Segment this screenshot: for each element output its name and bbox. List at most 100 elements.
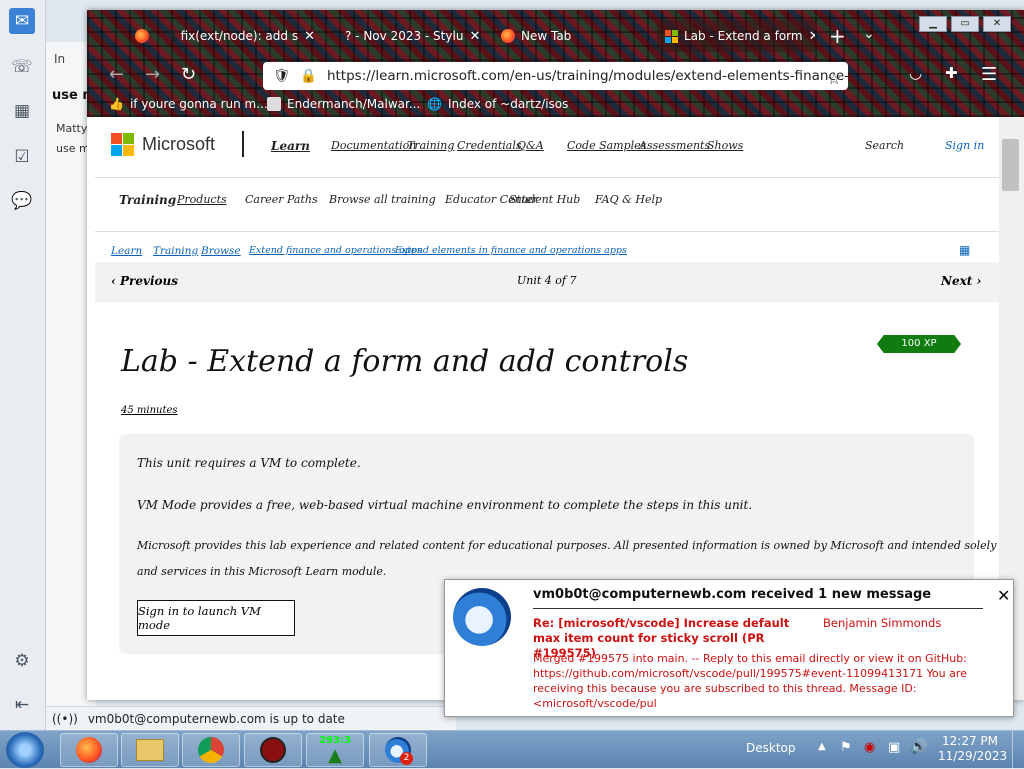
tab-new-tab[interactable]: New Tab bbox=[493, 20, 651, 52]
action-center-icon[interactable]: ⚑ bbox=[840, 740, 852, 755]
taskbar-chrome[interactable] bbox=[182, 733, 240, 767]
next-link[interactable]: Next › bbox=[941, 274, 981, 288]
security-icon[interactable]: ◉ bbox=[864, 740, 875, 755]
taskbar-firefox[interactable] bbox=[60, 733, 118, 767]
note-paragraph: Microsoft provides this lab experience a… bbox=[137, 539, 999, 552]
close-notification-icon[interactable]: ✕ bbox=[997, 586, 1010, 605]
unread-badge: 2 bbox=[400, 752, 413, 765]
new-mail-notification[interactable]: vm0b0t@computernewb.com received 1 new m… bbox=[444, 579, 1014, 717]
tab-peek[interactable]: In bbox=[54, 52, 65, 66]
tasks-icon[interactable]: ☑ bbox=[9, 144, 35, 170]
breadcrumb-learn[interactable]: Learn bbox=[111, 245, 142, 257]
settings-icon[interactable]: ⚙ bbox=[9, 648, 35, 674]
menu-icon[interactable]: ☰ bbox=[981, 64, 997, 85]
nav-learn[interactable]: Learn bbox=[271, 139, 310, 153]
tab-label: Lab - Extend a form bbox=[684, 29, 803, 43]
bookmark-label: Endermanch/Malwar... bbox=[287, 97, 421, 111]
nav-student-hub[interactable]: Student Hub bbox=[509, 193, 580, 206]
previous-link[interactable]: ‹ Previous bbox=[111, 274, 178, 288]
divider bbox=[95, 231, 999, 232]
bookmark-star-icon[interactable]: ☆ bbox=[827, 69, 841, 88]
notification-body: Merged #199575 into main. -- Reply to th… bbox=[533, 652, 967, 710]
collapse-icon[interactable]: ⇤ bbox=[9, 692, 35, 718]
nav-faq[interactable]: FAQ & Help bbox=[595, 193, 662, 206]
close-tab-icon[interactable]: ✕ bbox=[469, 29, 480, 44]
volume-icon[interactable]: 🔊 bbox=[910, 739, 927, 755]
url-bar[interactable]: 🛡 🔒 https://learn.microsoft.com/en-us/tr… bbox=[263, 62, 848, 90]
show-desktop-button[interactable] bbox=[1012, 731, 1024, 769]
note-paragraph: VM Mode provides a free, web-based virtu… bbox=[137, 498, 753, 512]
reload-icon[interactable]: ↻ bbox=[181, 64, 196, 85]
notification-sender: Benjamin Simmonds bbox=[823, 616, 942, 630]
maximize-button[interactable]: ▭ bbox=[951, 16, 979, 32]
nav-qa[interactable]: Q&A bbox=[517, 139, 544, 152]
navigation-toolbar: ← → ↻ 🛡 🔒 https://learn.microsoft.com/en… bbox=[87, 56, 1024, 94]
chat-icon[interactable]: 💬 bbox=[9, 188, 35, 214]
nav-products[interactable]: Products bbox=[177, 193, 227, 206]
forward-icon[interactable]: → bbox=[145, 64, 160, 85]
nav-training[interactable]: Training bbox=[407, 139, 454, 152]
new-tab-icon[interactable]: + bbox=[829, 24, 846, 48]
close-tab-icon[interactable]: ✕ bbox=[304, 29, 315, 44]
clock-time: 12:27 PM bbox=[942, 734, 998, 748]
tab-firefox[interactable] bbox=[127, 20, 157, 52]
previous-label: Previous bbox=[119, 274, 178, 288]
firefox-icon bbox=[135, 29, 149, 43]
close-tab-icon[interactable]: ✕ bbox=[809, 29, 815, 44]
bookmark-item[interactable]: 🌐 Index of ~dartz/isos bbox=[427, 97, 568, 111]
bookmark-item[interactable]: Endermanch/Malwar... bbox=[267, 97, 420, 111]
nav-documentation[interactable]: Documentation bbox=[331, 139, 416, 152]
taskbar-clock-app[interactable]: 293:3 ▲ bbox=[306, 733, 364, 767]
launch-vm-button[interactable]: Sign in to launch VM mode bbox=[137, 600, 295, 636]
start-button[interactable] bbox=[6, 732, 44, 768]
address-book-icon[interactable]: ☏ bbox=[9, 54, 35, 80]
tab-lab-extend[interactable]: Lab - Extend a form ✕ bbox=[657, 20, 815, 52]
note-paragraph: and services in this Microsoft Learn mod… bbox=[137, 565, 387, 578]
scrollbar-thumb[interactable] bbox=[1002, 139, 1019, 191]
close-window-button[interactable]: ✕ bbox=[983, 16, 1011, 32]
nav-browse-all[interactable]: Browse all training bbox=[329, 193, 436, 206]
nav-career-paths[interactable]: Career Paths bbox=[245, 193, 318, 206]
tab-label: fix(ext/node): add s bbox=[180, 29, 299, 43]
thunderbird-icon bbox=[449, 584, 515, 650]
calendar-icon[interactable]: ▦ bbox=[9, 98, 35, 124]
tab-stylus[interactable]: ? - Nov 2023 - Stylu ✕ bbox=[331, 20, 485, 52]
url-text[interactable]: https://learn.microsoft.com/en-us/traini… bbox=[327, 68, 848, 84]
bookmark-item[interactable]: 👍 if youre gonna run m... bbox=[109, 97, 268, 111]
lock-icon[interactable]: 🔒 bbox=[300, 68, 317, 84]
search-button[interactable]: Search bbox=[865, 139, 904, 152]
breadcrumb-training[interactable]: Training bbox=[153, 245, 198, 257]
duration-label: 45 minutes bbox=[121, 405, 178, 416]
shield-icon[interactable]: 🛡 bbox=[273, 68, 290, 84]
taskbar-app-red[interactable] bbox=[244, 733, 302, 767]
table-of-contents-icon[interactable]: ▦ bbox=[959, 243, 970, 257]
minimize-button[interactable]: ▁ bbox=[919, 16, 947, 32]
back-icon[interactable]: ← bbox=[109, 64, 124, 85]
mail-icon[interactable]: ✉ bbox=[9, 8, 35, 34]
show-hidden-icons-icon[interactable]: ▲ bbox=[818, 741, 826, 752]
list-tabs-icon[interactable]: ⌄ bbox=[863, 26, 875, 42]
nav-assessments[interactable]: Assessments bbox=[639, 139, 710, 152]
subject-peek: use m bbox=[56, 142, 90, 155]
sign-in-link[interactable]: Sign in bbox=[945, 139, 984, 152]
online-status-icon[interactable]: ((•)) bbox=[52, 712, 78, 726]
network-icon[interactable]: ▣ bbox=[888, 740, 900, 755]
firefox-titlebar: fix(ext/node): add s ✕ ? - Nov 2023 - St… bbox=[87, 10, 1024, 117]
nav-training-home[interactable]: Training bbox=[119, 193, 176, 207]
breadcrumb-browse[interactable]: Browse bbox=[201, 245, 241, 257]
pocket-icon[interactable]: ◡ bbox=[909, 64, 922, 82]
extensions-icon[interactable]: ✚ bbox=[945, 64, 958, 82]
thunderbird-spaces-bar: ✉ ☏ ▦ ☑ 💬 ⚙ ⇤ bbox=[0, 0, 46, 730]
taskbar-explorer[interactable] bbox=[121, 733, 179, 767]
microsoft-logo[interactable]: Microsoft bbox=[111, 133, 215, 156]
app-icon bbox=[260, 737, 286, 763]
tab-github[interactable]: fix(ext/node): add s ✕ bbox=[163, 20, 323, 52]
nav-code-samples[interactable]: Code Samples bbox=[567, 139, 646, 152]
breadcrumb-extend-elements[interactable]: Extend elements in finance and operation… bbox=[395, 245, 627, 256]
nav-shows[interactable]: Shows bbox=[707, 139, 743, 152]
system-clock[interactable]: 12:27 PM 11/29/2023 bbox=[938, 734, 1007, 764]
unit-indicator[interactable]: Unit 4 of 7 bbox=[517, 274, 576, 287]
nav-credentials[interactable]: Credentials bbox=[457, 139, 521, 152]
taskbar-thunderbird[interactable]: 2 bbox=[369, 733, 427, 767]
desktop-toolbar[interactable]: Desktop bbox=[746, 741, 796, 755]
